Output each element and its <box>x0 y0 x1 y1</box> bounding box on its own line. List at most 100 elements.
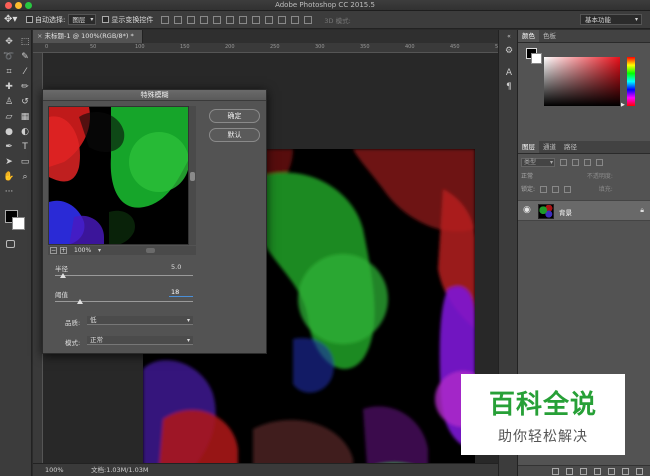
filter-shape-icon[interactable] <box>595 159 603 166</box>
align-middle-icon[interactable] <box>174 15 183 24</box>
show-transform-checkbox[interactable] <box>102 16 110 23</box>
filter-adjustment-icon[interactable] <box>571 159 579 166</box>
history-brush-icon[interactable]: ↺ <box>18 96 32 109</box>
zoom-tool-icon[interactable]: ⌕ <box>18 171 32 184</box>
quality-dropdown[interactable]: 低 <box>87 316 193 325</box>
threshold-slider[interactable] <box>55 299 193 304</box>
hue-slider[interactable] <box>627 57 635 106</box>
blend-mode-dropdown[interactable]: 正常 <box>521 172 571 182</box>
distribute-icon[interactable] <box>239 15 248 24</box>
zoom-out-icon[interactable]: − <box>50 247 57 254</box>
auto-select-dropdown[interactable]: 图层 <box>68 14 97 25</box>
more-tools-icon[interactable]: ··· <box>2 186 16 199</box>
filter-pixel-icon[interactable] <box>559 159 567 166</box>
mode-dropdown[interactable]: 正常 <box>87 336 193 345</box>
tools-panel: ✥ ⬚ ➰ ✎ ⌗ ⁄ ✚ ✏ ♙ ↺ ▱ ▦ ● ◐ ✒ T ➤ ▭ ✋ ⌕ … <box>0 30 32 476</box>
paragraph-panel-icon[interactable]: ¶ <box>503 82 515 93</box>
brush-tool-icon[interactable]: ✏ <box>18 81 32 94</box>
dodge-tool-icon[interactable]: ◐ <box>18 126 32 139</box>
align-right-icon[interactable] <box>226 15 235 24</box>
character-panel-icon[interactable]: A <box>503 68 515 79</box>
radius-slider[interactable] <box>55 273 193 278</box>
crop-tool-icon[interactable]: ⌗ <box>2 66 16 79</box>
lasso-tool-icon[interactable]: ➰ <box>2 51 16 64</box>
collapse-panels-icon[interactable]: « <box>503 31 515 42</box>
distribute-bottom-icon[interactable] <box>265 15 274 24</box>
close-tab-icon[interactable]: × <box>37 32 42 40</box>
move-tool-preset-icon[interactable]: ✥▾ <box>4 13 20 27</box>
layer-style-icon[interactable] <box>566 467 573 475</box>
link-layers-icon[interactable] <box>552 467 559 475</box>
threshold-input[interactable]: 18 <box>169 288 193 297</box>
show-transform-label: 显示变换控件 <box>111 15 154 24</box>
healing-brush-icon[interactable]: ✚ <box>2 81 16 94</box>
tab-swatches[interactable]: 色板 <box>539 30 560 42</box>
hue-slider-arrow-icon[interactable]: ▶ <box>621 102 625 108</box>
blur-tool-icon[interactable]: ● <box>2 126 16 139</box>
tab-layers[interactable]: 图层 <box>518 141 539 153</box>
lock-position-icon[interactable] <box>551 186 559 193</box>
background-color-swatch[interactable] <box>12 217 25 230</box>
type-tool-icon[interactable]: T <box>18 141 32 154</box>
pen-tool-icon[interactable]: ✒ <box>2 141 16 154</box>
preview-horizontal-scroll-thumb[interactable] <box>146 248 155 253</box>
ok-button[interactable]: 确定 <box>209 109 260 123</box>
workspace-dropdown[interactable]: 基本功能 <box>580 14 642 25</box>
align-bottom-icon[interactable] <box>187 15 196 24</box>
lock-row: 锁定: 填充: <box>521 185 647 195</box>
adjustment-layer-icon[interactable] <box>594 467 601 475</box>
document-tab[interactable]: × 未标题-1 @ 100%(RGB/8*) * <box>33 30 143 43</box>
layer-row-background[interactable]: ◉ 背景 🔒︎ <box>518 200 650 221</box>
preview-vertical-scrollbar[interactable] <box>189 106 196 245</box>
lock-pixels-icon[interactable] <box>539 186 547 193</box>
history-panel-icon[interactable]: ⚙ <box>503 46 515 57</box>
distribute-center-icon[interactable] <box>291 15 300 24</box>
color-panel-tabs: 颜色 色板 <box>518 30 650 43</box>
delete-layer-icon[interactable] <box>636 467 643 475</box>
tab-color[interactable]: 颜色 <box>518 30 539 42</box>
lock-label: 锁定: <box>521 186 536 193</box>
radius-value[interactable]: 5.0 <box>171 263 181 271</box>
quick-mask-icon[interactable] <box>6 240 15 248</box>
eraser-tool-icon[interactable]: ▱ <box>2 111 16 124</box>
tab-paths[interactable]: 路径 <box>560 141 581 153</box>
threshold-slider-knob[interactable] <box>76 299 83 304</box>
rectangle-tool-icon[interactable]: ▭ <box>18 156 32 169</box>
new-layer-icon[interactable] <box>622 467 629 475</box>
distribute-left-icon[interactable] <box>278 15 287 24</box>
gradient-tool-icon[interactable]: ▦ <box>18 111 32 124</box>
color-swatches <box>5 210 27 232</box>
opacity-label: 不透明度: <box>586 173 613 180</box>
chevron-down-icon[interactable]: ▾ <box>98 246 101 255</box>
lock-all-icon[interactable] <box>563 186 571 193</box>
distribute-right-icon[interactable] <box>304 15 313 24</box>
layer-kind-dropdown[interactable]: 类型 <box>521 158 555 167</box>
radius-slider-knob[interactable] <box>60 273 67 278</box>
move-tool-icon[interactable]: ✥ <box>2 36 16 49</box>
align-top-icon[interactable] <box>161 15 170 24</box>
clone-stamp-icon[interactable]: ♙ <box>2 96 16 109</box>
hand-tool-icon[interactable]: ✋ <box>2 171 16 184</box>
eyedropper-icon[interactable]: ⁄ <box>18 66 32 79</box>
align-center-icon[interactable] <box>213 15 222 24</box>
quick-select-icon[interactable]: ✎ <box>18 51 32 64</box>
preview-scroll-thumb[interactable] <box>190 172 195 181</box>
saturation-brightness-field[interactable] <box>544 57 620 106</box>
zoom-in-icon[interactable]: + <box>60 247 67 254</box>
distribute-middle-icon[interactable] <box>252 15 261 24</box>
filter-type-icon[interactable] <box>583 159 591 166</box>
status-zoom[interactable]: 100% <box>45 464 64 476</box>
marquee-tool-icon[interactable]: ⬚ <box>18 36 32 49</box>
new-group-icon[interactable] <box>608 467 615 475</box>
blur-preview[interactable] <box>48 106 189 245</box>
align-left-icon[interactable] <box>200 15 209 24</box>
dialog-title[interactable]: 特殊模糊 <box>43 90 266 101</box>
add-mask-icon[interactable] <box>580 467 587 475</box>
panel-background-swatch[interactable] <box>531 53 542 64</box>
path-select-icon[interactable]: ➤ <box>2 156 16 169</box>
reset-button[interactable]: 默认 <box>209 128 260 142</box>
tab-channels[interactable]: 通道 <box>539 141 560 153</box>
auto-select-checkbox[interactable] <box>26 16 33 23</box>
visibility-eye-icon[interactable]: ◉ <box>523 205 531 215</box>
status-doc-info[interactable]: 文档:1.03M/1.03M <box>91 464 149 476</box>
